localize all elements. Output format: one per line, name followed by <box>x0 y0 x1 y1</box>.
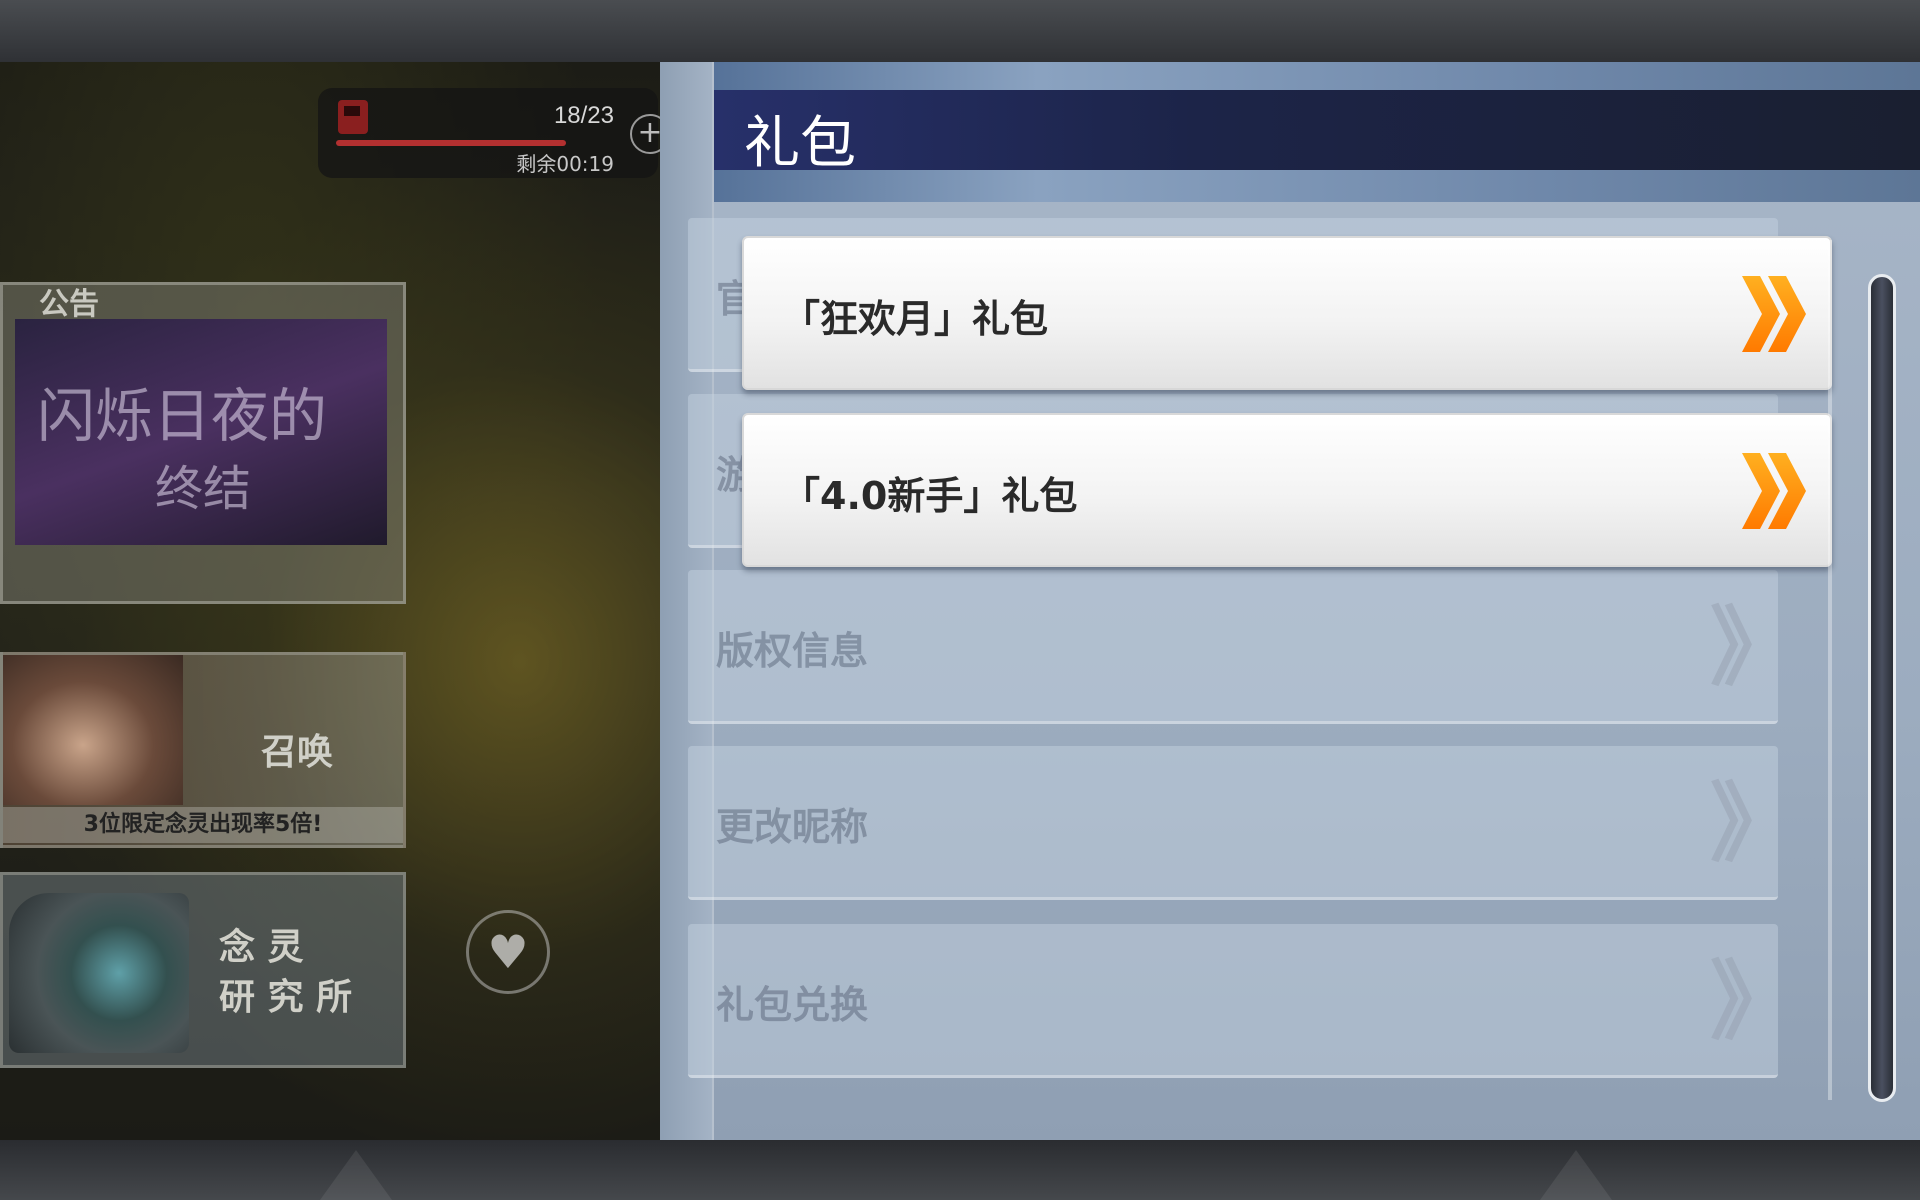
menu-row-change-nickname: 更改昵称 》 <box>688 746 1796 900</box>
decor-triangle <box>1540 1150 1612 1200</box>
summon-label: 召唤 <box>261 732 334 773</box>
game-scene-background: 18/23 剩余00:19 + 公告 闪烁日夜的 终结 召唤 3位限定念灵出现率… <box>0 62 660 1140</box>
announcement-banner[interactable]: 闪烁日夜的 终结 <box>15 319 387 545</box>
summon-caption: 3位限定念灵出现率5倍! <box>3 807 403 843</box>
lab-label: 念 灵 研 究 所 <box>219 923 352 1023</box>
announcement-panel[interactable]: 公告 闪烁日夜的 终结 <box>0 282 406 604</box>
add-stamina-button[interactable]: + <box>630 114 660 154</box>
scrollbar[interactable] <box>1868 274 1896 1102</box>
decor-triangle <box>320 1150 392 1200</box>
stamina-bar <box>336 140 566 146</box>
lab-label-line1: 念 灵 <box>219 927 304 968</box>
character-portrait <box>3 655 183 805</box>
double-chevron-right-icon <box>1742 276 1806 352</box>
stamina-count: 18/23 <box>553 102 614 129</box>
banner-title-line1: 闪烁日夜的 <box>37 382 328 450</box>
menu-row-label: 礼包兑换 <box>716 983 869 1027</box>
stamina-timer: 剩余00:19 <box>516 152 614 176</box>
menu-row-label: 版权信息 <box>716 629 869 673</box>
gift-item-carnival-month[interactable]: 「狂欢月」礼包 <box>742 236 1832 390</box>
chevron-right-icon: 》 <box>1710 774 1796 874</box>
lab-label-line2: 研 究 所 <box>219 977 353 1018</box>
lab-machine-image <box>9 893 189 1053</box>
menu-row-copyright: 版权信息 》 <box>688 570 1796 724</box>
gift-item-newbie-4-0[interactable]: 「4.0新手」礼包 <box>742 413 1832 567</box>
chevron-right-icon: 》 <box>1710 598 1796 698</box>
lab-button[interactable]: 念 灵 研 究 所 <box>0 872 406 1068</box>
gift-item-label: 「4.0新手」礼包 <box>782 474 1078 518</box>
menu-row-gift-redeem: 礼包兑换 》 <box>688 924 1796 1078</box>
menu-row-label: 更改昵称 <box>716 805 869 849</box>
top-frame-bar <box>0 0 1920 62</box>
stamina-meter: 18/23 剩余00:19 + <box>318 88 660 178</box>
title-bar: 礼包 <box>714 90 1920 176</box>
chevron-right-icon: 》 <box>1710 952 1796 1052</box>
summon-button[interactable]: 召唤 3位限定念灵出现率5倍! <box>0 652 406 848</box>
double-chevron-right-icon <box>1742 453 1806 529</box>
bottom-frame-bar <box>0 1140 1920 1200</box>
page-title: 礼包 <box>744 111 856 176</box>
fuel-can-icon <box>338 100 368 134</box>
banner-title-line2: 终结 <box>155 461 252 517</box>
announcement-label: 公告 <box>39 287 99 322</box>
heart-icon[interactable]: ♥ <box>466 910 550 994</box>
gift-item-label: 「狂欢月」礼包 <box>782 297 1049 341</box>
list-divider-line <box>1828 240 1832 1100</box>
